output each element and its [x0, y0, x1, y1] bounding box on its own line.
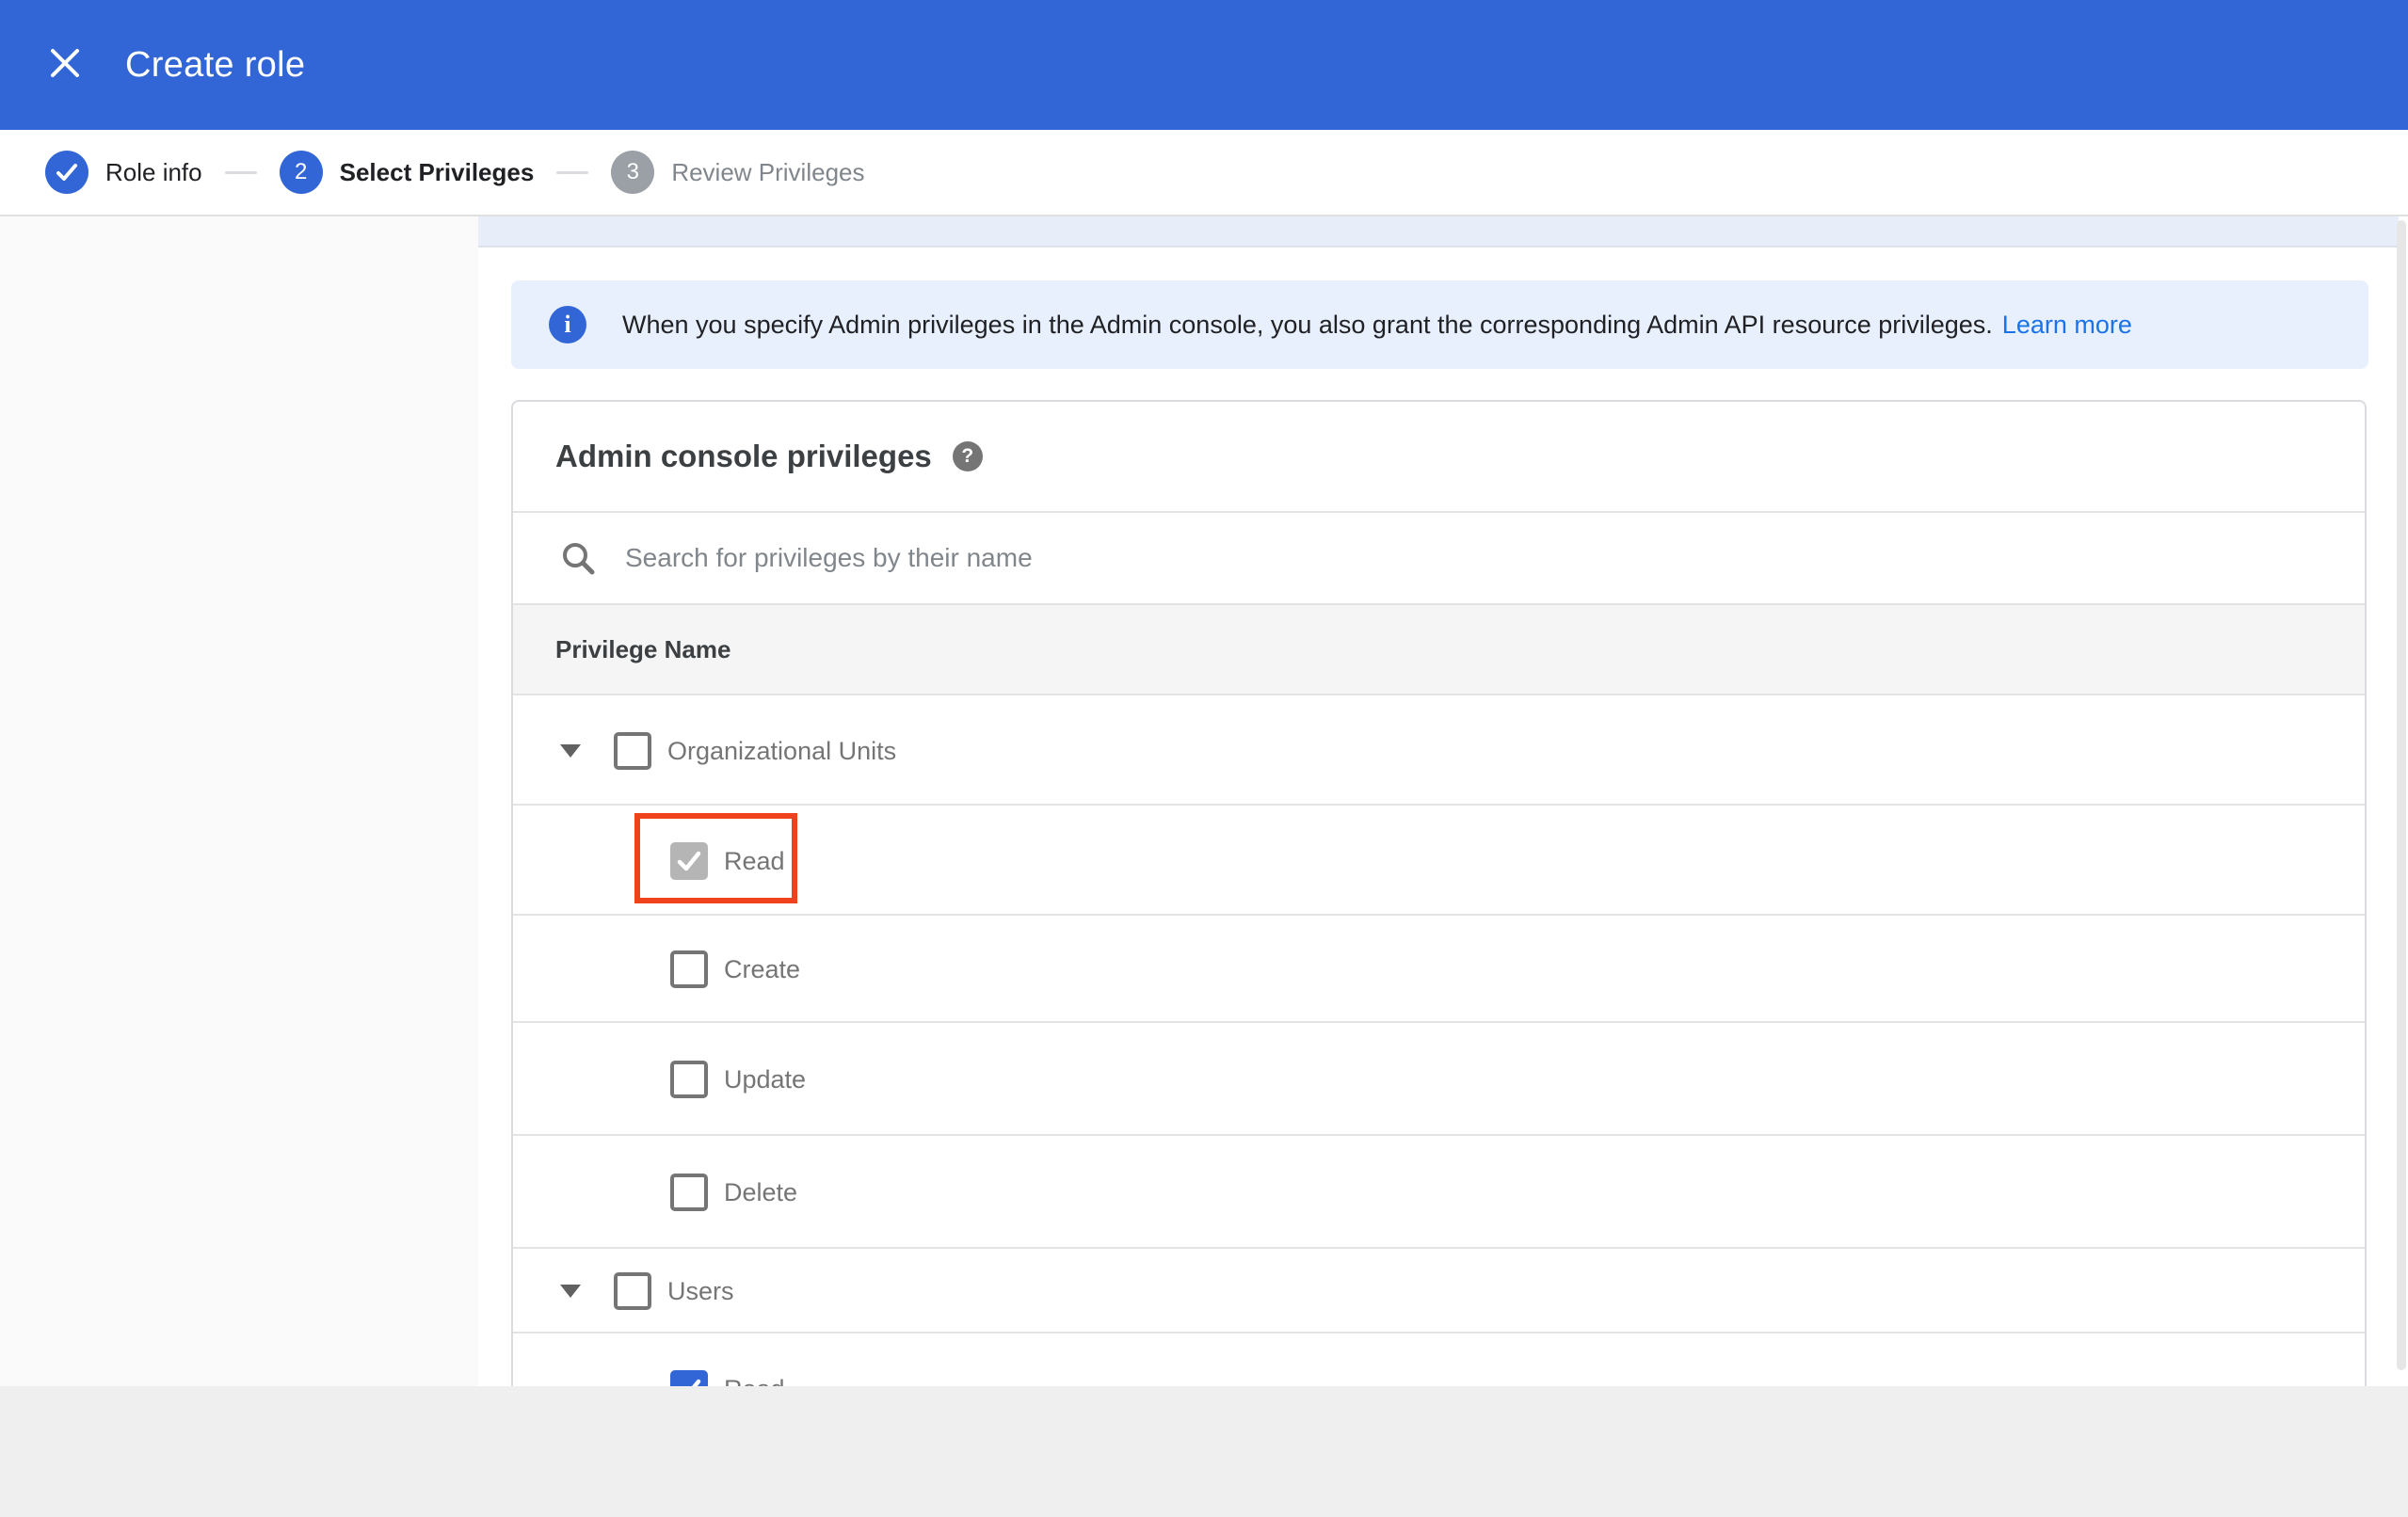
- privilege-checkbox[interactable]: [670, 1061, 708, 1098]
- privilege-row: Read: [513, 1333, 2365, 1386]
- privilege-row: Update: [513, 1023, 2365, 1136]
- create-role-dialog: Create role Role info 2 Select Privilege…: [0, 0, 2408, 1517]
- step-label: Role info: [105, 157, 202, 186]
- step-complete-check-icon: [45, 151, 88, 194]
- step-number-badge: 2: [279, 151, 323, 194]
- privilege-rows: Organizational Units Read Create Update Dele…: [513, 695, 2365, 1386]
- privilege-label: Update: [724, 1065, 807, 1094]
- privilege-row: Organizational Units: [513, 695, 2365, 806]
- admin-console-privileges-card: Admin console privileges ? Privilege Nam…: [511, 400, 2367, 1386]
- privilege-label: Users: [667, 1277, 734, 1305]
- expand-arrow-icon[interactable]: [560, 1285, 581, 1298]
- scrolled-element-sliver: [478, 216, 2399, 248]
- step-label: Select Privileges: [339, 157, 535, 186]
- privilege-row: Delete: [513, 1136, 2365, 1249]
- privilege-row: Read: [513, 806, 2365, 916]
- page-title: Create role: [125, 44, 306, 85]
- step-divider: [224, 170, 257, 174]
- step-label: Review Privileges: [671, 157, 865, 186]
- learn-more-link[interactable]: Learn more: [2002, 311, 2132, 340]
- privilege-search-input[interactable]: [623, 542, 2365, 574]
- app-header: Create role: [0, 0, 2408, 130]
- privilege-label: Create: [724, 955, 801, 983]
- stepper: Role info 2 Select Privileges 3 Review P…: [0, 130, 2408, 216]
- privilege-row: Users: [513, 1249, 2365, 1333]
- privilege-search-row: [513, 513, 2365, 605]
- info-banner: i When you specify Admin privileges in t…: [511, 280, 2368, 369]
- privilege-name-column-header: Privilege Name: [555, 634, 731, 663]
- info-icon: i: [549, 306, 586, 343]
- footer-bar: BACK CANCEL CONTINUE: [0, 1386, 2408, 1517]
- step-divider: [556, 170, 589, 174]
- scrollbar[interactable]: [2397, 220, 2406, 1370]
- privilege-checkbox[interactable]: [614, 1272, 651, 1310]
- privilege-row: Create: [513, 916, 2365, 1023]
- step-select-privileges[interactable]: 2 Select Privileges: [279, 151, 535, 194]
- privilege-checkbox[interactable]: [670, 1369, 708, 1386]
- info-banner-text: When you specify Admin privileges in the…: [622, 310, 1993, 339]
- search-icon: [559, 539, 597, 577]
- privilege-label: Read: [724, 1375, 785, 1387]
- privilege-label: Delete: [724, 1178, 798, 1206]
- step-role-info[interactable]: Role info: [45, 151, 202, 194]
- card-title: Admin console privileges: [555, 439, 932, 473]
- privilege-checkbox[interactable]: [614, 731, 651, 770]
- card-title-row: Admin console privileges ?: [513, 402, 2365, 513]
- close-button[interactable]: [45, 45, 85, 85]
- help-icon[interactable]: ?: [952, 441, 983, 471]
- step-number-badge: 3: [611, 151, 655, 194]
- close-icon: [49, 47, 81, 84]
- privilege-checkbox[interactable]: [670, 1174, 708, 1211]
- expand-arrow-icon[interactable]: [560, 743, 581, 758]
- step-review-privileges: 3 Review Privileges: [611, 151, 865, 194]
- content-area: i When you specify Admin privileges in t…: [0, 216, 2408, 1386]
- privilege-label: Organizational Units: [667, 736, 897, 765]
- left-gutter: [0, 216, 478, 1386]
- privilege-label: Read: [724, 846, 785, 875]
- privilege-checkbox[interactable]: [670, 950, 708, 988]
- table-header-row: Privilege Name: [513, 605, 2365, 695]
- privilege-checkbox[interactable]: [670, 841, 708, 880]
